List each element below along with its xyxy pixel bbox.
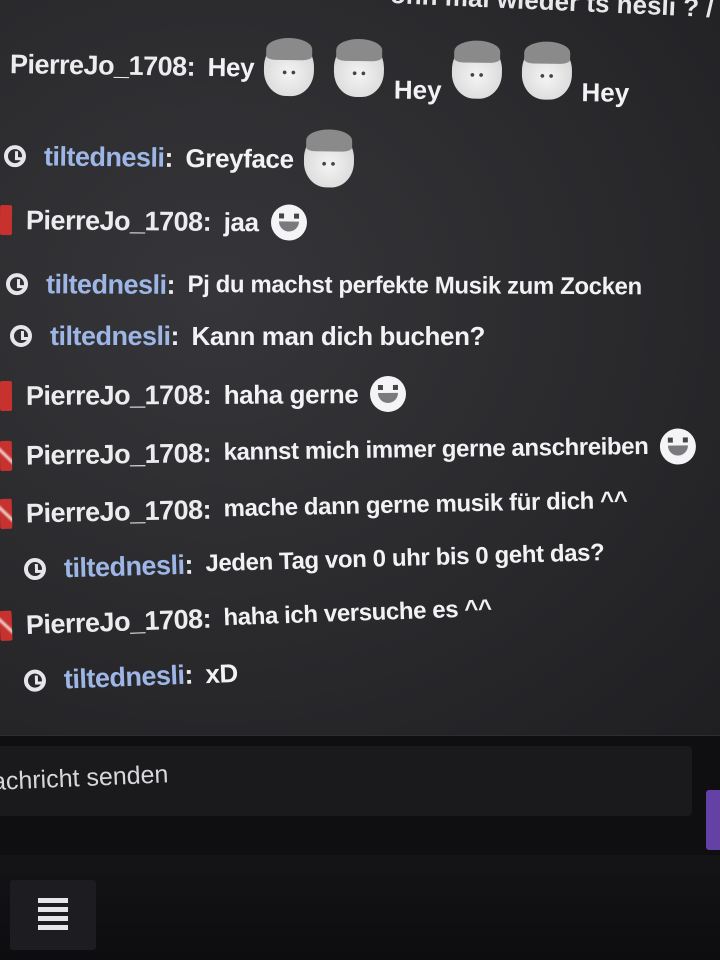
chat-message[interactable]: PierreJo_1708 : jaa [0,190,720,256]
colon: : [166,269,176,300]
red-badge-icon [0,440,13,471]
message-text: mache dann gerne musik für dich ^^ [223,486,628,523]
chat-settings-bar [0,855,720,960]
message-text: Greyface [185,142,294,174]
message-text: jaa [223,206,259,237]
greyface-emote-icon [521,43,573,100]
colon: : [184,549,194,580]
red-badge-icon [0,610,13,641]
username[interactable]: PierreJo_1708 [26,379,203,411]
red-badge-icon [0,205,13,236]
message-text: kannst mich immer gerne anschreiben [223,432,649,466]
greyface-emote-icon [263,39,315,97]
clock-icon [5,273,29,296]
previous-message-fragment: ohn mal wieder ts nesli ? / [389,0,715,24]
message-text: haha gerne [223,378,359,410]
colon: : [202,379,212,410]
colon: : [202,437,212,468]
chat-input-placeholder: achricht senden [0,760,169,796]
red-badge-icon [0,380,13,411]
laughing-emote-icon [370,375,407,413]
colon: : [202,494,212,525]
message-text: xD [204,657,239,689]
message-text: Hey [393,74,442,106]
username[interactable]: tiltednesli [44,141,165,173]
chat-message[interactable]: PierreJo_1708 : Hey Hey Hey [0,34,720,108]
colon: : [201,603,213,634]
username[interactable]: PierreJo_1708 [25,603,203,640]
chat-message[interactable]: PierreJo_1708 : haha gerne [0,362,720,426]
greyface-emote-icon [303,131,354,188]
message-text: Kann man dich buchen? [191,320,486,351]
username[interactable]: PierreJo_1708 [26,205,203,238]
laughing-emote-icon [660,428,697,465]
chat-input-bar: achricht senden [0,735,720,856]
message-text: Hey [207,51,255,83]
chat-input[interactable]: achricht senden [0,746,692,816]
colon: : [183,659,194,690]
colon: : [202,206,212,237]
chat-messages: ohn mal wieder ts nesli ? / PierreJo_170… [0,0,720,735]
colon: : [186,51,196,82]
username[interactable]: tiltednesli [64,549,185,583]
viewer-list-button[interactable] [10,880,96,950]
chat-message[interactable]: tiltednesli : Kann man dich buchen? [0,306,720,366]
username[interactable]: PierreJo_1708 [10,49,187,82]
laughing-emote-icon [270,204,307,241]
message-text: Hey [581,77,630,108]
red-badge-icon [0,498,13,529]
username[interactable]: PierreJo_1708 [26,438,203,471]
message-text: haha ich versuche es ^^ [223,594,493,632]
username[interactable]: tiltednesli [46,269,167,301]
colon: : [164,142,174,173]
clock-icon [23,669,47,693]
colon: : [170,320,180,351]
username[interactable]: tiltednesli [63,659,185,695]
message-text: Jeden Tag von 0 uhr bis 0 geht das? [205,539,605,578]
clock-icon [10,325,32,347]
clock-icon [3,145,27,168]
message-text: Pj du machst perfekte Musik zum Zocken [187,270,642,301]
username[interactable]: PierreJo_1708 [26,494,203,529]
greyface-emote-icon [451,42,503,100]
username[interactable]: tiltednesli [50,321,171,352]
send-button[interactable] [706,790,720,850]
greyface-emote-icon [333,40,385,98]
clock-icon [23,557,47,581]
chat-message[interactable]: tiltednesli : Greyface [0,126,720,194]
list-icon [38,898,68,932]
